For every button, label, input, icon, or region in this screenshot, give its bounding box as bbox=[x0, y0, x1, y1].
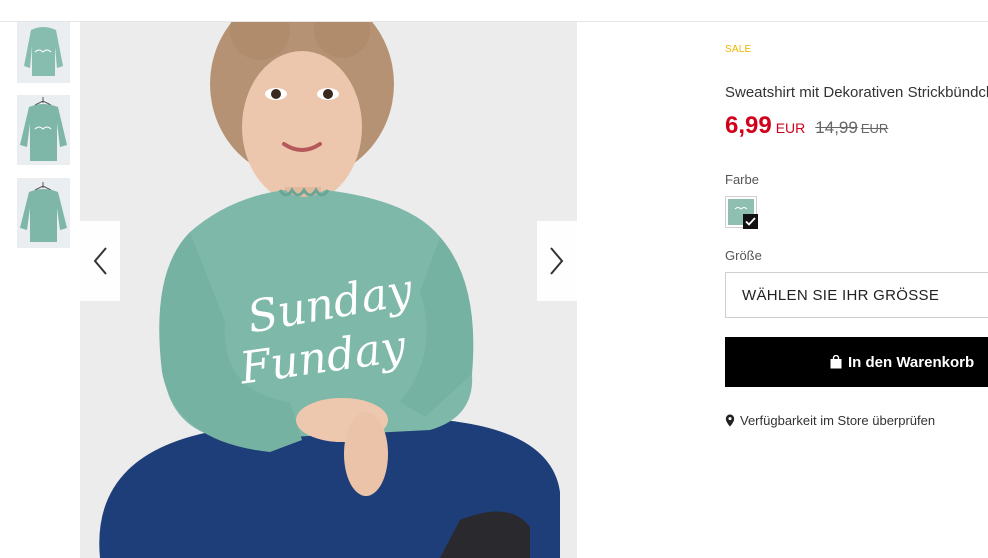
old-price: 14,99 bbox=[815, 118, 858, 137]
size-select-value: WÄHLEN SIE IHR GRÖSSE bbox=[742, 286, 940, 304]
store-availability-label: Verfügbarkeit im Store überprüfen bbox=[740, 413, 936, 428]
current-price-currency: EUR bbox=[775, 120, 806, 136]
thumbnail-hanger[interactable] bbox=[17, 95, 70, 165]
product-title: Sweatshirt mit Dekorativen Strickbündche… bbox=[725, 84, 988, 101]
location-pin-icon bbox=[725, 414, 735, 427]
store-availability-link[interactable]: Verfügbarkeit im Store überprüfen bbox=[725, 413, 935, 428]
checkmark-icon bbox=[743, 214, 758, 229]
old-price-currency: EUR bbox=[860, 121, 889, 136]
color-swatch-mint[interactable] bbox=[725, 196, 758, 229]
previous-image-button[interactable] bbox=[80, 221, 120, 301]
add-to-cart-label: In den Warenkorb bbox=[848, 353, 975, 371]
thumbnail-front[interactable] bbox=[17, 22, 70, 83]
size-label: Größe bbox=[725, 248, 762, 263]
color-label: Farbe bbox=[725, 172, 759, 187]
thumbnail-back[interactable] bbox=[17, 178, 70, 248]
size-select[interactable]: WÄHLEN SIE IHR GRÖSSE bbox=[725, 272, 988, 318]
shopping-bag-icon bbox=[830, 355, 842, 369]
sale-badge: SALE bbox=[725, 44, 752, 55]
chevron-left-icon bbox=[93, 247, 107, 275]
price-row: 6,99 EUR 14,99 EUR bbox=[725, 112, 888, 140]
chevron-right-icon bbox=[550, 247, 564, 275]
current-price: 6,99 bbox=[725, 112, 772, 139]
product-main-image: Sunday Funday bbox=[80, 22, 577, 558]
top-bar bbox=[0, 0, 988, 22]
next-image-button[interactable] bbox=[537, 221, 577, 301]
add-to-cart-button[interactable]: In den Warenkorb bbox=[725, 337, 988, 387]
